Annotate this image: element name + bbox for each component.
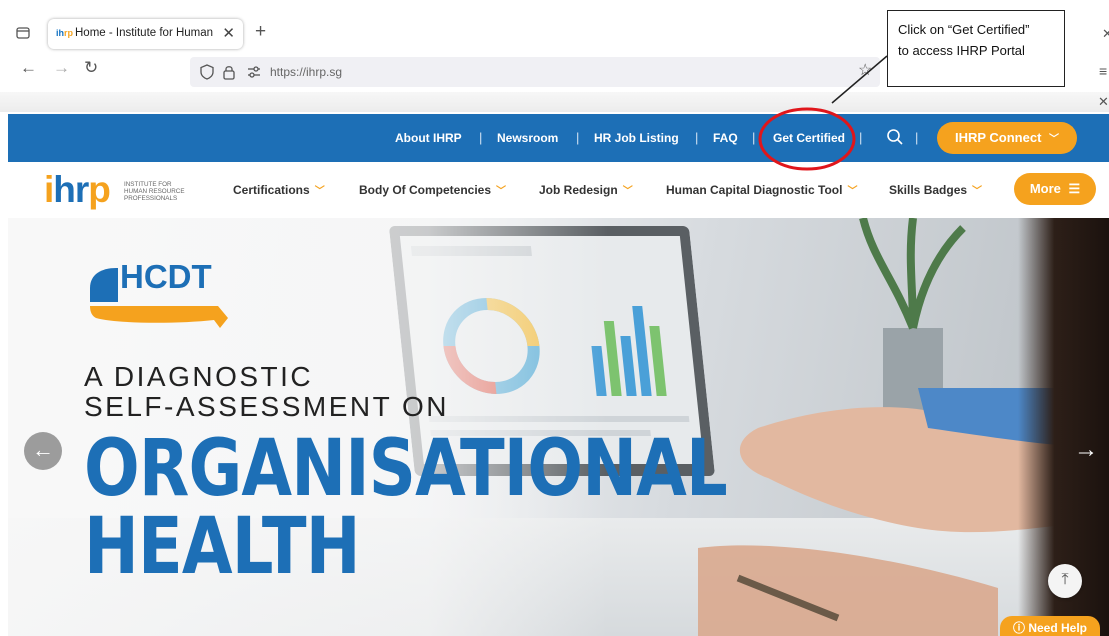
hero-title-line2: HEALTH [84, 502, 361, 592]
ihrp-favicon-icon: ihrp [56, 28, 73, 38]
more-button[interactable]: More ☰ [1014, 173, 1096, 205]
forward-icon[interactable]: → [53, 58, 70, 78]
logo-mark: ihrp [44, 169, 111, 210]
chevron-down-icon: ﹀ [496, 186, 507, 197]
topbar-separator: | [695, 130, 699, 145]
menu-icon[interactable]: ≡ [1099, 63, 1107, 79]
url-bar[interactable]: https://ihrp.sg [190, 57, 880, 87]
close-icon[interactable]: ✕ [1102, 26, 1109, 42]
star-icon[interactable]: ☆ [858, 60, 872, 80]
nav-item-skills-badges[interactable]: Skills Badges ﹀ [889, 182, 982, 197]
help-icon: ⓘ [1012, 621, 1025, 635]
main-nav: ihrp INSTITUTE FOR HUMAN RESOURCE PROFES… [8, 162, 1109, 218]
url-text[interactable]: https://ihrp.sg [270, 65, 342, 79]
hcdt-logo: HCDT [88, 258, 238, 332]
nav-item-human-capital-diagnostic-tool[interactable]: Human Capital Diagnostic Tool ﹀ [666, 182, 857, 197]
tab-title: Home - Institute for Human Re [75, 27, 215, 39]
chevron-down-icon: ﹀ [622, 186, 633, 197]
shield-icon[interactable] [200, 64, 214, 80]
topbar-link-get-certified[interactable]: Get Certified [773, 131, 845, 145]
annotation-callout: Click on “Get Certified” to access IHRP … [887, 10, 1065, 87]
hamburger-icon: ☰ [1068, 181, 1081, 196]
carousel-next-arrow-icon[interactable]: → [1074, 436, 1098, 464]
topbar-separator: | [576, 130, 580, 145]
need-help-label: Need Help [1028, 621, 1088, 635]
ihrp-connect-button[interactable]: IHRP Connect ﹀ [937, 122, 1077, 154]
chevron-down-icon: ﹀ [972, 186, 983, 197]
more-label: More [1029, 181, 1061, 196]
scroll-to-top-icon[interactable]: ⤒ [1048, 564, 1082, 598]
topbar-link-about[interactable]: About IHRP [395, 131, 462, 145]
nav-item-certifications[interactable]: Certifications ﹀ [233, 182, 325, 197]
hero-line1: A DIAGNOSTIC [84, 361, 314, 392]
permissions-icon[interactable] [246, 64, 262, 80]
notification-strip: ✕ [0, 92, 1109, 112]
topbar-separator: | [479, 130, 483, 145]
need-help-button[interactable]: ⓘ Need Help [1000, 616, 1100, 636]
topbar-link-hr-job-listing[interactable]: HR Job Listing [594, 131, 679, 145]
annotation-text-line2: to access IHRP Portal [898, 43, 1025, 58]
chevron-down-icon: ﹀ [847, 186, 858, 197]
ihrp-logo[interactable]: ihrp INSTITUTE FOR HUMAN RESOURCE PROFES… [44, 168, 194, 212]
annotation-text-line1: Click on “Get Certified” [898, 22, 1030, 37]
topbar-separator: | [915, 130, 919, 145]
nav-item-body-of-competencies[interactable]: Body Of Competencies ﹀ [359, 182, 506, 197]
hero-title-line1: ORGANISATIONAL [84, 424, 728, 514]
topbar-separator: | [752, 130, 756, 145]
close-icon[interactable]: ✕ [222, 24, 235, 42]
tab-list-icon[interactable] [16, 26, 30, 40]
carousel-prev-arrow-icon[interactable]: ← [24, 432, 62, 470]
chevron-down-icon: ﹀ [1049, 134, 1060, 145]
topbar-link-faq[interactable]: FAQ [713, 131, 738, 145]
hero-line2: SELF-ASSESSMENT ON [84, 391, 450, 422]
ihrp-connect-label: IHRP Connect [954, 130, 1042, 145]
topbar-link-newsroom[interactable]: Newsroom [497, 131, 558, 145]
browser-tab-active[interactable]: ihrp Home - Institute for Human Re ✕ [48, 19, 243, 49]
search-icon[interactable] [886, 128, 904, 146]
reload-icon[interactable]: ↻ [84, 58, 98, 78]
logo-text: INSTITUTE FOR HUMAN RESOURCE PROFESSIONA… [124, 181, 185, 202]
lock-icon[interactable] [222, 64, 236, 80]
close-icon[interactable]: ✕ [1098, 94, 1109, 110]
hcdt-badge-text: HCDT [120, 258, 212, 295]
nav-item-job-redesign[interactable]: Job Redesign ﹀ [539, 182, 633, 197]
topbar-separator: | [859, 130, 863, 145]
chevron-down-icon: ﹀ [314, 186, 325, 197]
back-icon[interactable]: ← [20, 58, 37, 78]
plus-icon[interactable]: + [255, 21, 266, 43]
hero-banner[interactable]: HCDT A DIAGNOSTIC SELF-ASSESSMENT ON ORG… [8, 218, 1109, 636]
site-top-bar: About IHRP | Newsroom | HR Job Listing |… [8, 114, 1109, 162]
